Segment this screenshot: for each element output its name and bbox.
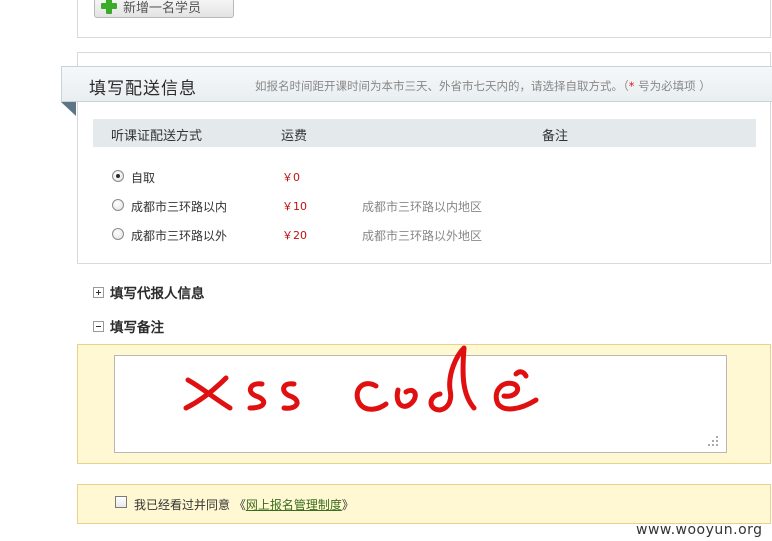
delivery-header-ribbon: 填写配送信息 如报名时间距开课时间为本市三天、外省市七天内的，请选择自取方式。（… xyxy=(61,66,772,102)
expand-plus-icon[interactable] xyxy=(93,286,104,298)
remark-title: 填写备注 xyxy=(110,320,164,336)
column-header-remark: 备注 xyxy=(542,129,569,144)
option-label[interactable]: 自取 xyxy=(131,169,155,186)
delivery-note-prefix: 如报名时间距开课时间为本市三天、外省市七天内的，请选择自取方式。（ xyxy=(255,79,629,93)
student-panel: 新增一名学员 xyxy=(77,0,771,38)
option-remark: 成都市三环路以外地区 xyxy=(362,229,483,243)
delivery-title: 填写配送信息 xyxy=(89,79,197,99)
radio-inside-ring[interactable] xyxy=(112,199,124,211)
handwritten-xss-code-scribble xyxy=(183,345,539,413)
resize-grip-icon[interactable] xyxy=(706,436,718,446)
plus-icon xyxy=(101,0,117,14)
radio-outside-ring[interactable] xyxy=(112,228,124,240)
add-student-label: 新增一名学员 xyxy=(123,0,202,16)
delivery-panel: 填写配送信息 如报名时间距开课时间为本市三天、外省市七天内的，请选择自取方式。（… xyxy=(61,52,772,264)
option-fee: ￥10 xyxy=(282,200,307,213)
column-header-fee: 运费 xyxy=(281,129,308,144)
collapse-minus-icon[interactable] xyxy=(93,320,104,332)
radio-self-pickup[interactable] xyxy=(112,170,124,182)
registration-policy-link[interactable]: 网上报名管理制度 xyxy=(246,498,342,512)
delivery-table-header: 听课证配送方式 运费 备注 xyxy=(93,119,756,147)
delivery-note-suffix: 号为必填项 ） xyxy=(634,79,711,93)
option-label[interactable]: 成都市三环路以外 xyxy=(131,227,227,244)
agree-text-suffix: 》 xyxy=(341,498,354,512)
delivery-option-inside-ring: 成都市三环路以内 ￥10 成都市三环路以内地区 xyxy=(112,196,752,216)
option-remark: 成都市三环路以内地区 xyxy=(362,200,483,214)
option-fee: ￥20 xyxy=(282,229,307,242)
add-student-button[interactable]: 新增一名学员 xyxy=(94,0,234,18)
agree-text-prefix: 我已经看过并同意 《 xyxy=(134,498,246,512)
proxy-info-section-toggle[interactable]: 填写代报人信息 xyxy=(93,283,205,302)
option-label[interactable]: 成都市三环路以内 xyxy=(131,198,227,215)
remark-box xyxy=(77,344,771,464)
remark-section-toggle[interactable]: 填写备注 xyxy=(93,317,164,336)
delivery-option-outside-ring: 成都市三环路以外 ￥20 成都市三环路以外地区 xyxy=(112,225,752,245)
agreement-box: 我已经看过并同意 《网上报名管理制度》 xyxy=(77,484,771,524)
remark-textarea[interactable] xyxy=(114,345,727,453)
watermark: www.wooyun.org xyxy=(636,522,763,538)
agree-checkbox[interactable] xyxy=(115,496,127,508)
agree-text: 我已经看过并同意 《网上报名管理制度》 xyxy=(134,496,354,513)
delivery-option-self-pickup: 自取 ￥0 xyxy=(112,167,752,187)
proxy-info-title: 填写代报人信息 xyxy=(110,286,205,302)
delivery-note: 如报名时间距开课时间为本市三天、外省市七天内的，请选择自取方式。（* 号为必填项… xyxy=(255,78,711,94)
column-header-method: 听课证配送方式 xyxy=(111,129,203,144)
ribbon-fold xyxy=(61,102,76,116)
option-fee: ￥0 xyxy=(282,171,300,184)
